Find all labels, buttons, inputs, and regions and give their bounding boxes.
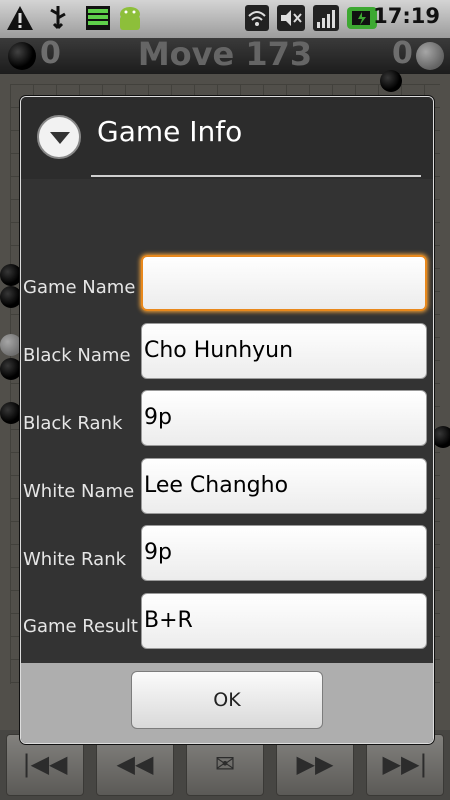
game-name-label: Game Name xyxy=(23,277,136,298)
dialog-header: Game Info xyxy=(21,97,433,179)
dialog-title: Game Info xyxy=(97,115,243,148)
android-icon xyxy=(120,7,140,30)
black-rank-field[interactable]: 9p xyxy=(141,390,427,446)
status-bar: 17:19 xyxy=(0,0,450,39)
game-name-field[interactable] xyxy=(141,255,427,311)
warning-icon xyxy=(7,6,33,30)
dialog-footer: OK xyxy=(21,663,433,743)
white-name-field[interactable]: Lee Changho xyxy=(141,458,427,514)
chevron-down-icon xyxy=(37,115,81,159)
black-rank-label: Black Rank xyxy=(23,413,123,434)
game-result-label: Game Result xyxy=(23,616,138,637)
mute-icon xyxy=(277,5,305,31)
white-rank-label: White Rank xyxy=(23,549,127,570)
battery-green-icon xyxy=(86,6,110,30)
black-name-label: Black Name xyxy=(23,345,131,366)
signal-icon xyxy=(313,5,339,31)
ok-button[interactable]: OK xyxy=(131,671,323,729)
game-info-dialog: Game Info Game Name Black Name Cho Hunhy… xyxy=(20,96,434,744)
divider xyxy=(91,175,421,177)
black-name-field[interactable]: Cho Hunhyun xyxy=(141,323,427,379)
usb-icon xyxy=(50,6,66,30)
white-rank-field[interactable]: 9p xyxy=(141,525,427,581)
white-name-label: White Name xyxy=(23,481,135,502)
wifi-icon xyxy=(245,5,269,31)
clock: 17:19 xyxy=(373,4,440,28)
game-result-field[interactable]: B+R xyxy=(141,593,427,649)
